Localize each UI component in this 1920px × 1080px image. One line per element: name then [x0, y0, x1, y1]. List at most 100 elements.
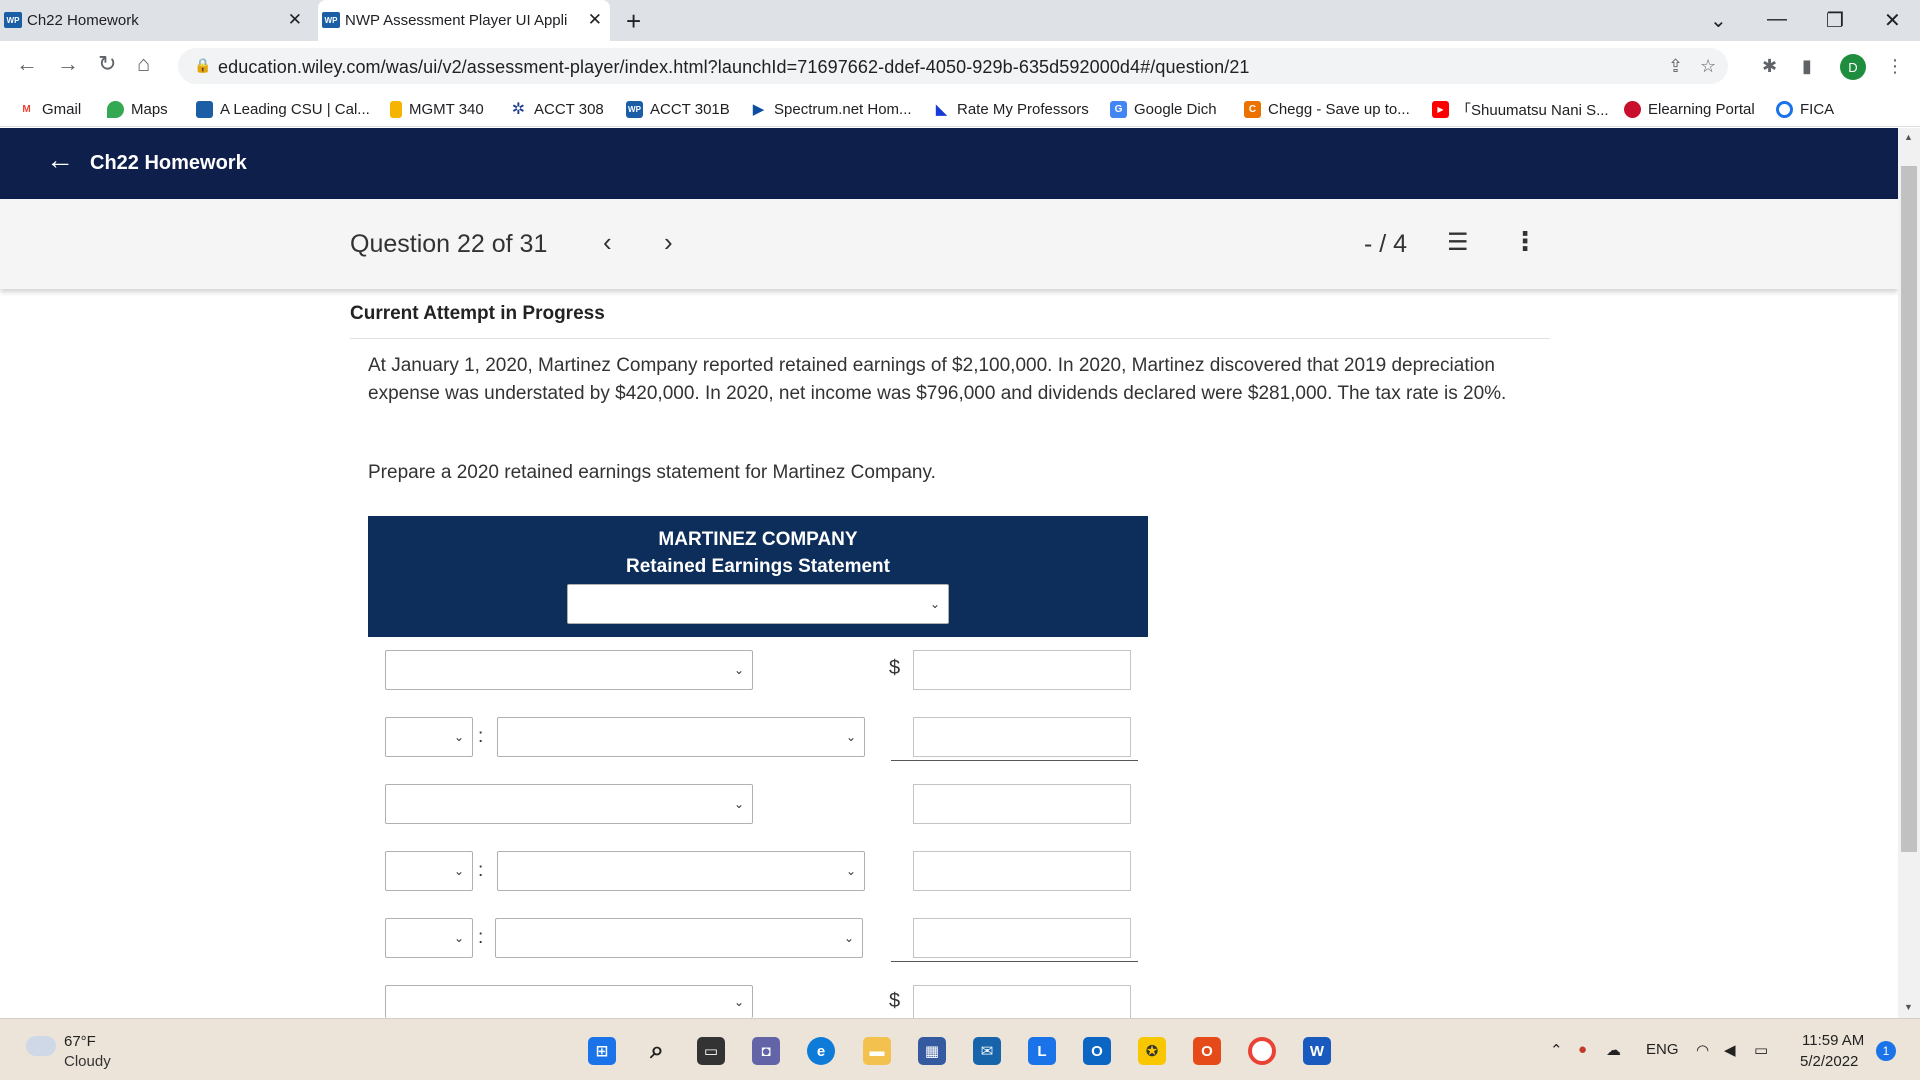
assignment-title[interactable]: Ch22 Homework [90, 152, 247, 175]
more-options-icon[interactable]: ⋮ [1512, 226, 1538, 257]
question-nav-bar: Question 22 of 31 ‹ › - / 4 ☰ ⋮ [0, 199, 1898, 289]
line-item-select-1[interactable]: ⌄ [385, 650, 753, 690]
new-tab-plus-icon[interactable]: + [626, 6, 641, 37]
amount-input-2[interactable] [913, 717, 1131, 757]
battery-icon[interactable]: ▭ [1754, 1041, 1768, 1059]
back-arrow-icon[interactable]: ← [46, 144, 74, 176]
reload-icon[interactable]: ↻ [98, 51, 116, 77]
amount-input-1[interactable] [913, 650, 1131, 690]
window-close-icon[interactable]: ✕ [1884, 8, 1901, 33]
chat-icon[interactable]: ◘ [752, 1037, 780, 1065]
line-item-select-4[interactable]: ⌄ [497, 851, 865, 891]
amount-input-6[interactable] [913, 985, 1131, 1018]
next-question-chevron-icon[interactable]: › [664, 227, 673, 258]
clock-date[interactable]: 5/2/2022 [1800, 1053, 1858, 1070]
profile-avatar[interactable]: D [1840, 54, 1866, 80]
share-icon[interactable]: ⇪ [1668, 56, 1683, 77]
weather-condition[interactable]: Cloudy [64, 1053, 111, 1070]
close-icon[interactable]: ✕ [288, 10, 302, 30]
chevron-down-icon: ⌄ [733, 663, 744, 677]
tab-nwp-assessment[interactable]: WP NWP Assessment Player UI Appli ✕ [318, 0, 610, 41]
bookmark-csu[interactable]: A Leading CSU | Cal... [196, 91, 370, 127]
wp-favicon-icon: WP [322, 12, 340, 28]
previous-question-chevron-icon[interactable]: ‹ [603, 227, 612, 258]
bookmark-google-dich[interactable]: G Google Dich [1110, 91, 1217, 127]
scroll-up-arrow-icon[interactable]: ▲ [1904, 132, 1913, 142]
chrome-icon[interactable] [1248, 1037, 1276, 1065]
adjustment-type-select-2[interactable]: ⌄ [385, 717, 473, 757]
menu-kebab-icon[interactable]: ⋮ [1886, 56, 1904, 77]
subtotal-underline [891, 760, 1138, 761]
apple-icon [1624, 100, 1641, 118]
home-icon[interactable]: ⌂ [137, 51, 150, 77]
line-item-select-5[interactable]: ⌄ [495, 918, 863, 958]
tab-search-chevron-icon[interactable]: ⌄ [1710, 8, 1727, 33]
bookmark-maps[interactable]: Maps [107, 91, 168, 127]
windows-start-icon[interactable]: ⊞ [588, 1037, 616, 1065]
weather-temperature[interactable]: 67°F [64, 1033, 96, 1050]
line-item-select-6[interactable]: ⌄ [385, 985, 753, 1018]
colon-separator: : [478, 927, 484, 948]
lockdown-browser-icon[interactable]: L [1028, 1037, 1056, 1065]
bookmark-gmail[interactable]: M Gmail [18, 91, 81, 127]
bookmark-rate-my-professors[interactable]: ◣ Rate My Professors [933, 91, 1089, 127]
clock-time[interactable]: 11:59 AM [1802, 1032, 1864, 1049]
lock-icon: 🔒 [194, 57, 212, 73]
word-icon[interactable]: W [1303, 1037, 1331, 1065]
chevron-down-icon: ⌄ [929, 597, 940, 611]
star-icon[interactable]: ☆ [1700, 56, 1716, 77]
amount-input-5[interactable] [913, 918, 1131, 958]
scroll-down-arrow-icon[interactable]: ▼ [1904, 1002, 1913, 1012]
outlook-icon[interactable]: O [1083, 1037, 1111, 1065]
mail-icon[interactable]: ✉ [973, 1037, 1001, 1065]
bookmark-acct-301b[interactable]: WP ACCT 301B [626, 91, 730, 127]
adjustment-type-select-5[interactable]: ⌄ [385, 918, 473, 958]
wp-favicon-icon: WP [4, 12, 22, 28]
bookmark-chegg[interactable]: C Chegg - Save up to... [1244, 91, 1410, 127]
close-icon[interactable]: ✕ [588, 10, 602, 30]
youtube-icon: ▶ [1432, 100, 1449, 118]
period-select[interactable]: ⌄ [567, 584, 949, 624]
side-panel-icon[interactable]: ▮ [1802, 56, 1812, 77]
browser-toolbar: ← → ↻ ⌂ 🔒 education.wiley.com/was/ui/v2/… [0, 41, 1920, 91]
edge-browser-icon[interactable]: e [807, 1037, 835, 1065]
extensions-puzzle-icon[interactable]: ✱ [1762, 56, 1777, 77]
attempt-status: Current Attempt in Progress [350, 303, 605, 324]
address-bar[interactable]: 🔒 education.wiley.com/was/ui/v2/assessme… [178, 48, 1728, 84]
line-item-select-3[interactable]: ⌄ [385, 784, 753, 824]
file-explorer-icon[interactable]: ▬ [863, 1037, 891, 1065]
bookmark-elearning-portal[interactable]: Elearning Portal [1624, 91, 1755, 127]
back-arrow-icon[interactable]: ← [16, 51, 38, 77]
maps-icon [107, 100, 124, 118]
amount-input-3[interactable] [913, 784, 1131, 824]
game-app-icon[interactable]: ✪ [1138, 1037, 1166, 1065]
minimize-icon[interactable]: — [1767, 8, 1787, 31]
scrollbar-thumb[interactable] [1901, 166, 1917, 852]
input-language[interactable]: ENG [1646, 1041, 1679, 1058]
line-item-select-2[interactable]: ⌄ [497, 717, 865, 757]
microsoft-store-icon[interactable]: ▦ [918, 1037, 946, 1065]
cloud-weather-icon[interactable] [26, 1036, 56, 1056]
tray-app-icon[interactable]: ● [1578, 1041, 1587, 1058]
restore-icon[interactable]: ❐ [1826, 8, 1844, 33]
search-icon[interactable]: ⌕ [643, 1037, 671, 1065]
question-list-icon[interactable]: ☰ [1447, 228, 1469, 257]
task-view-icon[interactable]: ▭ [697, 1037, 725, 1065]
adjustment-type-select-4[interactable]: ⌄ [385, 851, 473, 891]
show-hidden-icons-chevron-icon[interactable]: ⌃ [1550, 1041, 1563, 1059]
page-scrollbar[interactable]: ▲ ▼ [1898, 128, 1920, 1018]
url-text[interactable]: education.wiley.com/was/ui/v2/assessment… [218, 57, 1250, 78]
volume-icon[interactable]: ◀ [1724, 1041, 1736, 1059]
forward-arrow-icon[interactable]: → [57, 51, 79, 77]
tab-ch22-homework[interactable]: WP Ch22 Homework ✕ [0, 0, 310, 41]
wifi-icon[interactable]: ◠ [1696, 1041, 1709, 1059]
onedrive-cloud-icon[interactable]: ☁ [1606, 1041, 1621, 1059]
notification-badge[interactable]: 1 [1876, 1041, 1896, 1061]
bookmark-fica[interactable]: FICA [1776, 91, 1834, 127]
office-icon[interactable]: O [1193, 1037, 1221, 1065]
bookmark-acct-308[interactable]: ✲ ACCT 308 [510, 91, 604, 127]
amount-input-4[interactable] [913, 851, 1131, 891]
bookmark-shuumatsu[interactable]: ▶ 「Shuumatsu Nani S... [1432, 91, 1609, 127]
bookmark-mgmt-340[interactable]: MGMT 340 [390, 91, 484, 127]
bookmark-spectrum[interactable]: ▶ Spectrum.net Hom... [750, 91, 912, 127]
